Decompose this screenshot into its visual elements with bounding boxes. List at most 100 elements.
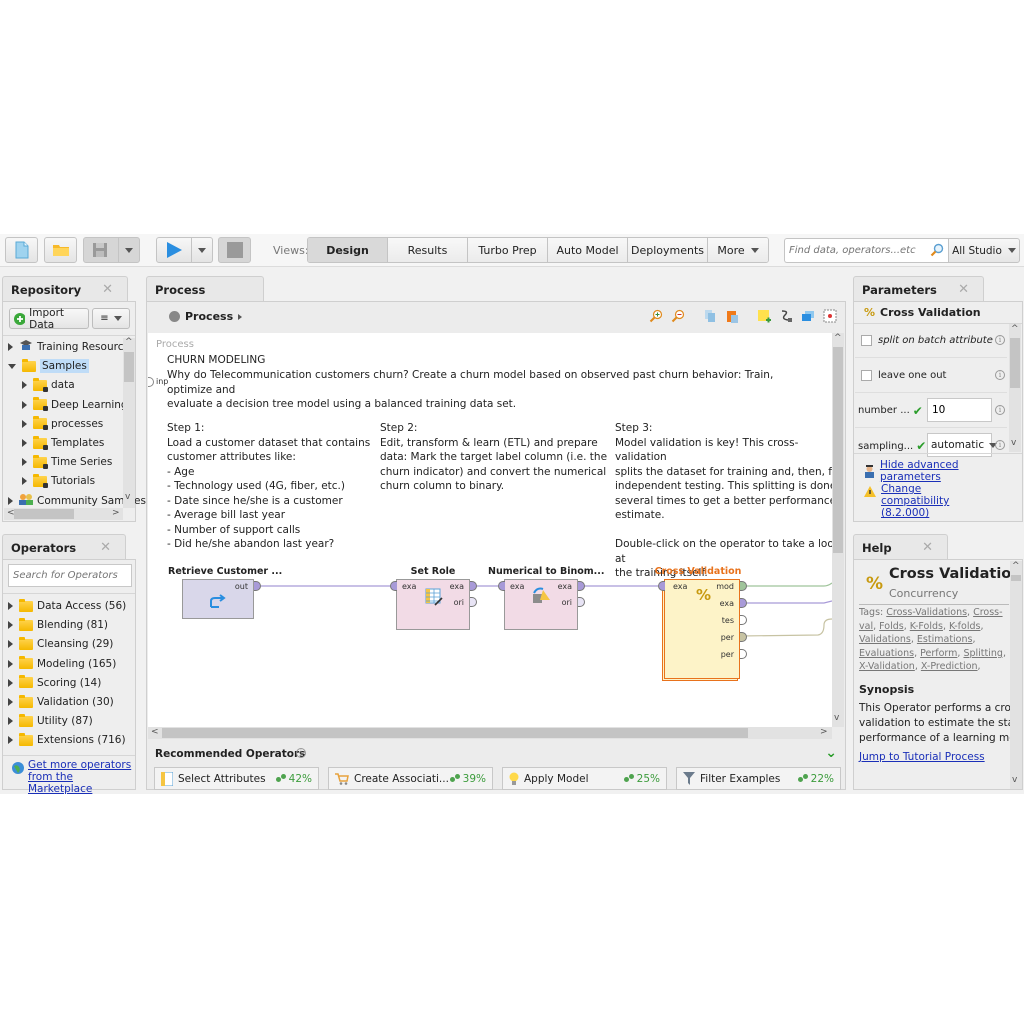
close-icon[interactable]: ✕ xyxy=(100,540,111,555)
global-search-input[interactable] xyxy=(785,239,925,262)
port-set-role-in[interactable] xyxy=(390,581,397,591)
stop-button[interactable] xyxy=(218,237,251,263)
repository-item[interactable]: Deep Learning xyxy=(22,396,128,414)
recommended-operator-card[interactable]: Create Associati... 39% xyxy=(328,767,493,790)
expand-right-icon[interactable] xyxy=(8,698,13,706)
process-canvas[interactable]: Process inp CHURN MODELING Why do Teleco… xyxy=(148,333,832,727)
operator-search-input[interactable] xyxy=(8,564,132,587)
info-icon[interactable]: i xyxy=(995,335,1005,345)
canvas-vscroll[interactable]: ^ v xyxy=(832,333,844,727)
recommended-operator-card[interactable]: Select Attributes 42% xyxy=(154,767,319,790)
operator-group-item[interactable]: Cleansing (29) xyxy=(8,635,113,653)
operator-group-item[interactable]: Extensions (716) xyxy=(8,731,126,749)
tutorial-link[interactable]: Jump to Tutorial Process xyxy=(859,751,985,763)
operator-set-role[interactable]: exa exa ori xyxy=(396,579,470,630)
expand-right-icon[interactable] xyxy=(22,419,27,428)
expand-right-icon[interactable] xyxy=(8,621,13,630)
view-tab-more[interactable]: More xyxy=(708,238,768,262)
operator-group-item[interactable]: Modeling (165) xyxy=(8,655,116,673)
operator-group-item[interactable]: Scoring (14) xyxy=(8,674,101,692)
breadcrumb[interactable]: Process xyxy=(169,310,243,323)
info-icon[interactable]: i xyxy=(296,748,306,758)
connection-crossval-example[interactable] xyxy=(740,600,832,604)
operator-group-item[interactable]: Utility (87) xyxy=(8,712,93,730)
repository-menu-button[interactable]: ≡ xyxy=(92,308,130,329)
copy-icon[interactable] xyxy=(703,309,717,323)
expand-right-icon[interactable] xyxy=(8,343,13,351)
recommended-operator-card[interactable]: Filter Examples 22% xyxy=(676,767,841,790)
run-button[interactable] xyxy=(156,237,213,263)
auto-wire-icon[interactable] xyxy=(779,309,793,323)
expand-right-icon[interactable] xyxy=(8,640,13,649)
save-button[interactable] xyxy=(83,237,140,263)
help-tag-link[interactable]: Perform xyxy=(920,648,957,659)
repository-item[interactable]: Training Resources xyxy=(8,338,135,356)
close-icon[interactable]: ✕ xyxy=(958,282,969,297)
port-cross-validation-in[interactable] xyxy=(658,581,665,591)
operator-group-item[interactable]: Data Access (56) xyxy=(8,597,126,615)
operator-retrieve-customer[interactable]: out xyxy=(182,579,254,619)
expand-right-icon[interactable] xyxy=(8,717,13,726)
help-tag-link[interactable]: Folds xyxy=(879,621,904,632)
change-compatibility-text[interactable]: Change compatibility (8.2.000) xyxy=(881,483,991,519)
info-icon[interactable]: i xyxy=(995,440,1005,450)
help-tag-link[interactable]: K-Folds xyxy=(910,621,943,632)
new-process-button[interactable] xyxy=(5,237,38,263)
leave-one-out-checkbox[interactable] xyxy=(861,370,872,381)
hide-advanced-link[interactable]: Hide advanced parameters xyxy=(864,459,1022,483)
expand-right-icon[interactable] xyxy=(22,477,27,486)
repository-item[interactable]: Tutorials xyxy=(22,472,95,490)
parameters-tab[interactable]: Parameters ✕ xyxy=(853,276,984,302)
fit-icon[interactable] xyxy=(823,309,837,323)
close-icon[interactable]: ✕ xyxy=(922,540,933,555)
parameters-vscroll[interactable]: ^ v xyxy=(1009,324,1021,452)
marketplace-link[interactable]: Get more operators from the Marketplace xyxy=(12,759,134,795)
repository-hscroll[interactable]: < > xyxy=(4,508,123,520)
view-tab-deployments[interactable]: Deployments xyxy=(628,238,708,262)
search-icon[interactable] xyxy=(930,243,944,257)
help-tag-link[interactable]: K-folds xyxy=(949,621,980,632)
zoom-in-icon[interactable] xyxy=(649,309,663,323)
expand-right-icon[interactable] xyxy=(22,381,27,390)
connection-crossval-performance[interactable] xyxy=(739,618,832,637)
info-icon[interactable]: i xyxy=(995,405,1005,415)
expand-right-icon[interactable] xyxy=(22,400,27,409)
help-tag-link[interactable]: X-Validation xyxy=(859,661,915,672)
expand-down-icon[interactable] xyxy=(8,363,16,369)
help-vscroll[interactable]: ^ v xyxy=(1010,561,1022,789)
recommended-operator-card[interactable]: Apply Model 25% xyxy=(502,767,667,790)
help-tab[interactable]: Help ✕ xyxy=(853,534,948,560)
change-compatibility-link[interactable]: Change compatibility (8.2.000) xyxy=(864,483,991,519)
expand-right-icon[interactable] xyxy=(8,659,13,668)
expand-right-icon[interactable] xyxy=(22,458,27,467)
expand-right-icon[interactable] xyxy=(8,678,13,687)
help-tag-link[interactable]: Cross-Validations xyxy=(886,607,967,618)
info-icon[interactable]: i xyxy=(995,370,1005,380)
repository-item[interactable]: data xyxy=(22,376,75,394)
repository-vscroll[interactable]: ^ v xyxy=(123,337,135,508)
expand-right-icon[interactable] xyxy=(22,439,27,447)
add-note-icon[interactable] xyxy=(757,309,771,323)
close-icon[interactable]: ✕ xyxy=(102,282,113,297)
help-tag-link[interactable]: Splitting xyxy=(963,648,1002,659)
hide-advanced-text[interactable]: Hide advanced parameters xyxy=(880,459,1022,483)
marketplace-link-text[interactable]: Get more operators from the Marketplace xyxy=(28,759,134,795)
expand-right-icon[interactable] xyxy=(8,602,13,610)
canvas-hscroll[interactable]: < > xyxy=(148,727,832,739)
operator-group-item[interactable]: Validation (30) xyxy=(8,693,114,711)
help-tag-link[interactable]: X-Prediction xyxy=(921,661,978,672)
operator-numerical-to-binominal[interactable]: exa exa ori xyxy=(504,579,578,630)
open-button[interactable] xyxy=(44,237,77,263)
layers-icon[interactable] xyxy=(801,309,815,323)
port-num-to-binom-in[interactable] xyxy=(498,581,505,591)
zoom-out-icon[interactable] xyxy=(671,309,685,323)
operator-cross-validation[interactable]: % exa mod exa tes per per xyxy=(664,579,740,679)
process-tab[interactable]: Process xyxy=(146,276,264,302)
split-on-batch-checkbox[interactable] xyxy=(861,335,872,346)
help-tag-link[interactable]: Evaluations xyxy=(859,648,914,659)
repository-item[interactable]: Time Series xyxy=(22,453,112,471)
view-tab-design[interactable]: Design xyxy=(308,238,388,262)
breadcrumb-process[interactable]: Process xyxy=(185,310,233,323)
paste-icon[interactable] xyxy=(725,309,739,323)
collapse-chevron-icon[interactable]: ⌄ xyxy=(825,745,837,761)
